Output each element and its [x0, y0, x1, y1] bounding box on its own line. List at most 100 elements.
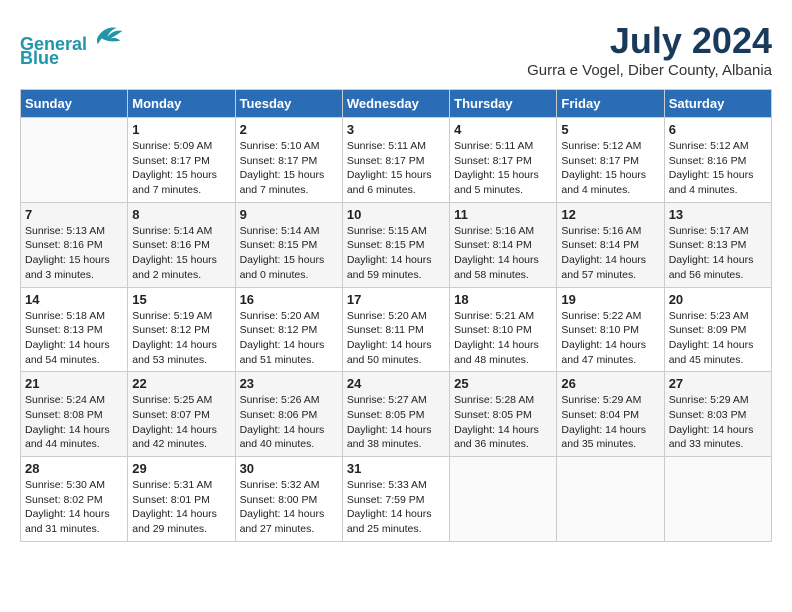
weekday-header-thursday: Thursday — [450, 90, 557, 118]
calendar-cell: 6 Sunrise: 5:12 AMSunset: 8:16 PMDaylight… — [664, 118, 771, 203]
day-number: 4 — [454, 122, 552, 137]
day-info: Sunrise: 5:32 AMSunset: 8:00 PMDaylight:… — [240, 478, 338, 537]
day-info: Sunrise: 5:23 AMSunset: 8:09 PMDaylight:… — [669, 309, 767, 368]
day-number: 31 — [347, 461, 445, 476]
weekday-header-monday: Monday — [128, 90, 235, 118]
calendar-cell: 8 Sunrise: 5:14 AMSunset: 8:16 PMDaylight… — [128, 202, 235, 287]
weekday-header-sunday: Sunday — [21, 90, 128, 118]
title-block: July 2024 Gurra e Vogel, Diber County, A… — [527, 20, 772, 79]
day-number: 2 — [240, 122, 338, 137]
calendar-cell: 28 Sunrise: 5:30 AMSunset: 8:02 PMDayligh… — [21, 457, 128, 542]
day-info: Sunrise: 5:14 AMSunset: 8:15 PMDaylight:… — [240, 224, 338, 283]
day-info: Sunrise: 5:28 AMSunset: 8:05 PMDaylight:… — [454, 393, 552, 452]
calendar-cell: 25 Sunrise: 5:28 AMSunset: 8:05 PMDayligh… — [450, 372, 557, 457]
weekday-header-friday: Friday — [557, 90, 664, 118]
calendar-cell: 12 Sunrise: 5:16 AMSunset: 8:14 PMDayligh… — [557, 202, 664, 287]
day-info: Sunrise: 5:29 AMSunset: 8:03 PMDaylight:… — [669, 393, 767, 452]
day-info: Sunrise: 5:15 AMSunset: 8:15 PMDaylight:… — [347, 224, 445, 283]
day-number: 19 — [561, 292, 659, 307]
day-number: 30 — [240, 461, 338, 476]
calendar-cell: 7 Sunrise: 5:13 AMSunset: 8:16 PMDaylight… — [21, 202, 128, 287]
day-info: Sunrise: 5:14 AMSunset: 8:16 PMDaylight:… — [132, 224, 230, 283]
calendar-cell: 18 Sunrise: 5:21 AMSunset: 8:10 PMDayligh… — [450, 287, 557, 372]
calendar-cell: 14Sunrise: 5:18 AMSunset: 8:13 PMDayligh… — [21, 287, 128, 372]
day-number: 23 — [240, 376, 338, 391]
weekday-header-tuesday: Tuesday — [235, 90, 342, 118]
day-number: 18 — [454, 292, 552, 307]
day-info: Sunrise: 5:09 AMSunset: 8:17 PMDaylight:… — [132, 139, 230, 198]
calendar-cell: 30 Sunrise: 5:32 AMSunset: 8:00 PMDayligh… — [235, 457, 342, 542]
day-number: 28 — [25, 461, 123, 476]
calendar-cell: 29 Sunrise: 5:31 AMSunset: 8:01 PMDayligh… — [128, 457, 235, 542]
calendar-cell: 15 Sunrise: 5:19 AMSunset: 8:12 PMDayligh… — [128, 287, 235, 372]
page-header: General Blue July 2024 Gurra e Vogel, Di… — [20, 20, 772, 79]
calendar-cell: 21 Sunrise: 5:24 AMSunset: 8:08 PMDayligh… — [21, 372, 128, 457]
day-number: 7 — [25, 207, 123, 222]
calendar-cell: 20 Sunrise: 5:23 AMSunset: 8:09 PMDayligh… — [664, 287, 771, 372]
day-number: 29 — [132, 461, 230, 476]
day-info: Sunrise: 5:22 AMSunset: 8:10 PMDaylight:… — [561, 309, 659, 368]
day-info: Sunrise: 5:17 AMSunset: 8:13 PMDaylight:… — [669, 224, 767, 283]
calendar-cell: 23 Sunrise: 5:26 AMSunset: 8:06 PMDayligh… — [235, 372, 342, 457]
day-info: Sunrise: 5:30 AMSunset: 8:02 PMDaylight:… — [25, 478, 123, 537]
day-number: 8 — [132, 207, 230, 222]
calendar-cell: 24Sunrise: 5:27 AMSunset: 8:05 PMDayligh… — [342, 372, 449, 457]
day-number: 25 — [454, 376, 552, 391]
day-info: Sunrise: 5:16 AMSunset: 8:14 PMDaylight:… — [454, 224, 552, 283]
day-info: Sunrise: 5:26 AMSunset: 8:06 PMDaylight:… — [240, 393, 338, 452]
day-number: 27 — [669, 376, 767, 391]
day-number: 13 — [669, 207, 767, 222]
day-number: 9 — [240, 207, 338, 222]
day-number: 14 — [25, 292, 123, 307]
calendar-cell: 13 Sunrise: 5:17 AMSunset: 8:13 PMDayligh… — [664, 202, 771, 287]
day-number: 6 — [669, 122, 767, 137]
calendar-cell — [557, 457, 664, 542]
day-info: Sunrise: 5:13 AMSunset: 8:16 PMDaylight:… — [25, 224, 123, 283]
day-number: 20 — [669, 292, 767, 307]
day-info: Sunrise: 5:20 AMSunset: 8:12 PMDaylight:… — [240, 309, 338, 368]
week-row-5: 28 Sunrise: 5:30 AMSunset: 8:02 PMDayligh… — [21, 457, 772, 542]
day-number: 22 — [132, 376, 230, 391]
calendar-cell: 1Sunrise: 5:09 AMSunset: 8:17 PMDaylight… — [128, 118, 235, 203]
calendar-cell: 10 Sunrise: 5:15 AMSunset: 8:15 PMDayligh… — [342, 202, 449, 287]
day-number: 16 — [240, 292, 338, 307]
month-year-title: July 2024 — [527, 20, 772, 62]
calendar-cell: 3Sunrise: 5:11 AMSunset: 8:17 PMDaylight… — [342, 118, 449, 203]
weekday-header-wednesday: Wednesday — [342, 90, 449, 118]
calendar-cell: 17 Sunrise: 5:20 AMSunset: 8:11 PMDayligh… — [342, 287, 449, 372]
calendar-cell: 27 Sunrise: 5:29 AMSunset: 8:03 PMDayligh… — [664, 372, 771, 457]
calendar-cell: 9 Sunrise: 5:14 AMSunset: 8:15 PMDaylight… — [235, 202, 342, 287]
day-info: Sunrise: 5:16 AMSunset: 8:14 PMDaylight:… — [561, 224, 659, 283]
day-info: Sunrise: 5:20 AMSunset: 8:11 PMDaylight:… — [347, 309, 445, 368]
calendar-cell: 31 Sunrise: 5:33 AMSunset: 7:59 PMDayligh… — [342, 457, 449, 542]
calendar-cell: 2 Sunrise: 5:10 AMSunset: 8:17 PMDaylight… — [235, 118, 342, 203]
logo: General Blue — [20, 20, 124, 69]
day-info: Sunrise: 5:11 AMSunset: 8:17 PMDaylight:… — [454, 139, 552, 198]
day-info: Sunrise: 5:12 AMSunset: 8:16 PMDaylight:… — [669, 139, 767, 198]
calendar-cell — [21, 118, 128, 203]
logo-bird-icon — [94, 20, 124, 50]
week-row-4: 21 Sunrise: 5:24 AMSunset: 8:08 PMDayligh… — [21, 372, 772, 457]
day-number: 24 — [347, 376, 445, 391]
weekday-header-saturday: Saturday — [664, 90, 771, 118]
day-number: 15 — [132, 292, 230, 307]
calendar-cell: 22Sunrise: 5:25 AMSunset: 8:07 PMDayligh… — [128, 372, 235, 457]
calendar-table: SundayMondayTuesdayWednesdayThursdayFrid… — [20, 89, 772, 542]
calendar-cell: 5Sunrise: 5:12 AMSunset: 8:17 PMDaylight… — [557, 118, 664, 203]
day-number: 5 — [561, 122, 659, 137]
day-number: 17 — [347, 292, 445, 307]
calendar-cell: 26Sunrise: 5:29 AMSunset: 8:04 PMDayligh… — [557, 372, 664, 457]
day-info: Sunrise: 5:19 AMSunset: 8:12 PMDaylight:… — [132, 309, 230, 368]
day-info: Sunrise: 5:21 AMSunset: 8:10 PMDaylight:… — [454, 309, 552, 368]
day-number: 10 — [347, 207, 445, 222]
day-number: 21 — [25, 376, 123, 391]
day-number: 26 — [561, 376, 659, 391]
calendar-cell — [664, 457, 771, 542]
week-row-2: 7 Sunrise: 5:13 AMSunset: 8:16 PMDaylight… — [21, 202, 772, 287]
day-info: Sunrise: 5:33 AMSunset: 7:59 PMDaylight:… — [347, 478, 445, 537]
day-info: Sunrise: 5:31 AMSunset: 8:01 PMDaylight:… — [132, 478, 230, 537]
day-info: Sunrise: 5:10 AMSunset: 8:17 PMDaylight:… — [240, 139, 338, 198]
calendar-cell: 19 Sunrise: 5:22 AMSunset: 8:10 PMDayligh… — [557, 287, 664, 372]
day-info: Sunrise: 5:24 AMSunset: 8:08 PMDaylight:… — [25, 393, 123, 452]
day-number: 12 — [561, 207, 659, 222]
